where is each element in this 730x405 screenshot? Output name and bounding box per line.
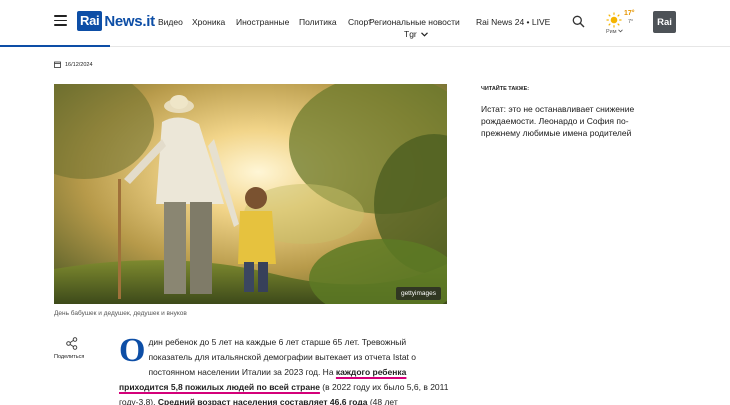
nav-live[interactable]: Rai News 24 • LIVE — [476, 17, 550, 27]
weather-city: Рим — [606, 29, 623, 35]
temperature-low: 7° — [628, 19, 634, 25]
article-bold-text: Средний возраст населения составляет 46,… — [157, 397, 368, 405]
header-active-underline — [0, 45, 110, 47]
article-date-text: 16/12/2024 — [65, 61, 93, 68]
weather-city-label: Рим — [606, 29, 617, 35]
weather-widget[interactable]: 17° 7° Рим — [606, 10, 640, 40]
share-icon — [66, 337, 78, 350]
image-credit: gettyimages — [395, 287, 441, 300]
temperature-high: 17° — [624, 10, 635, 17]
tgr-label: Tgr — [404, 29, 417, 39]
nav-video[interactable]: Видео — [158, 17, 183, 27]
share-label: Поделиться — [54, 354, 85, 360]
related-article-link[interactable]: Истат: это не останавливает снижение рож… — [481, 103, 661, 139]
share-button[interactable]: Поделиться — [54, 337, 90, 360]
nav-tgr-dropdown[interactable]: Tgr — [404, 29, 428, 39]
read-also-heading: ЧИТАЙТЕ ТАКЖЕ: — [481, 86, 530, 92]
sun-icon — [606, 12, 622, 28]
article-date: 16/12/2024 — [54, 61, 93, 68]
nav-chronicle[interactable]: Хроника — [192, 17, 225, 27]
nav-foreign[interactable]: Иностранные — [236, 17, 289, 27]
site-header: Rai News.it Видео Хроника Иностранные По… — [0, 0, 730, 46]
chevron-down-icon — [618, 29, 623, 33]
image-caption: День бабушек и дедушек, дедушек и внуков — [54, 310, 187, 317]
menu-icon[interactable] — [54, 15, 67, 26]
rai-portal-button[interactable]: Rai — [653, 11, 676, 33]
nav-politics[interactable]: Политика — [299, 17, 337, 27]
drop-cap: О — [119, 332, 146, 369]
calendar-icon — [54, 61, 61, 68]
logo-rai-mark: Rai — [77, 11, 103, 31]
hero-photo — [54, 84, 447, 304]
nav-regional-news[interactable]: Региональные новости — [369, 17, 460, 27]
header-divider — [110, 46, 730, 47]
article-body: Один ребенок до 5 лет на каждые 6 лет ст… — [119, 332, 449, 405]
site-logo[interactable]: Rai News.it — [77, 11, 155, 31]
article-hero-image[interactable]: gettyimages — [54, 84, 447, 304]
search-icon[interactable] — [572, 15, 585, 28]
article-text-3: (48 лет — [367, 397, 398, 405]
logo-news-text: News.it — [104, 12, 155, 30]
chevron-down-icon — [420, 31, 428, 37]
